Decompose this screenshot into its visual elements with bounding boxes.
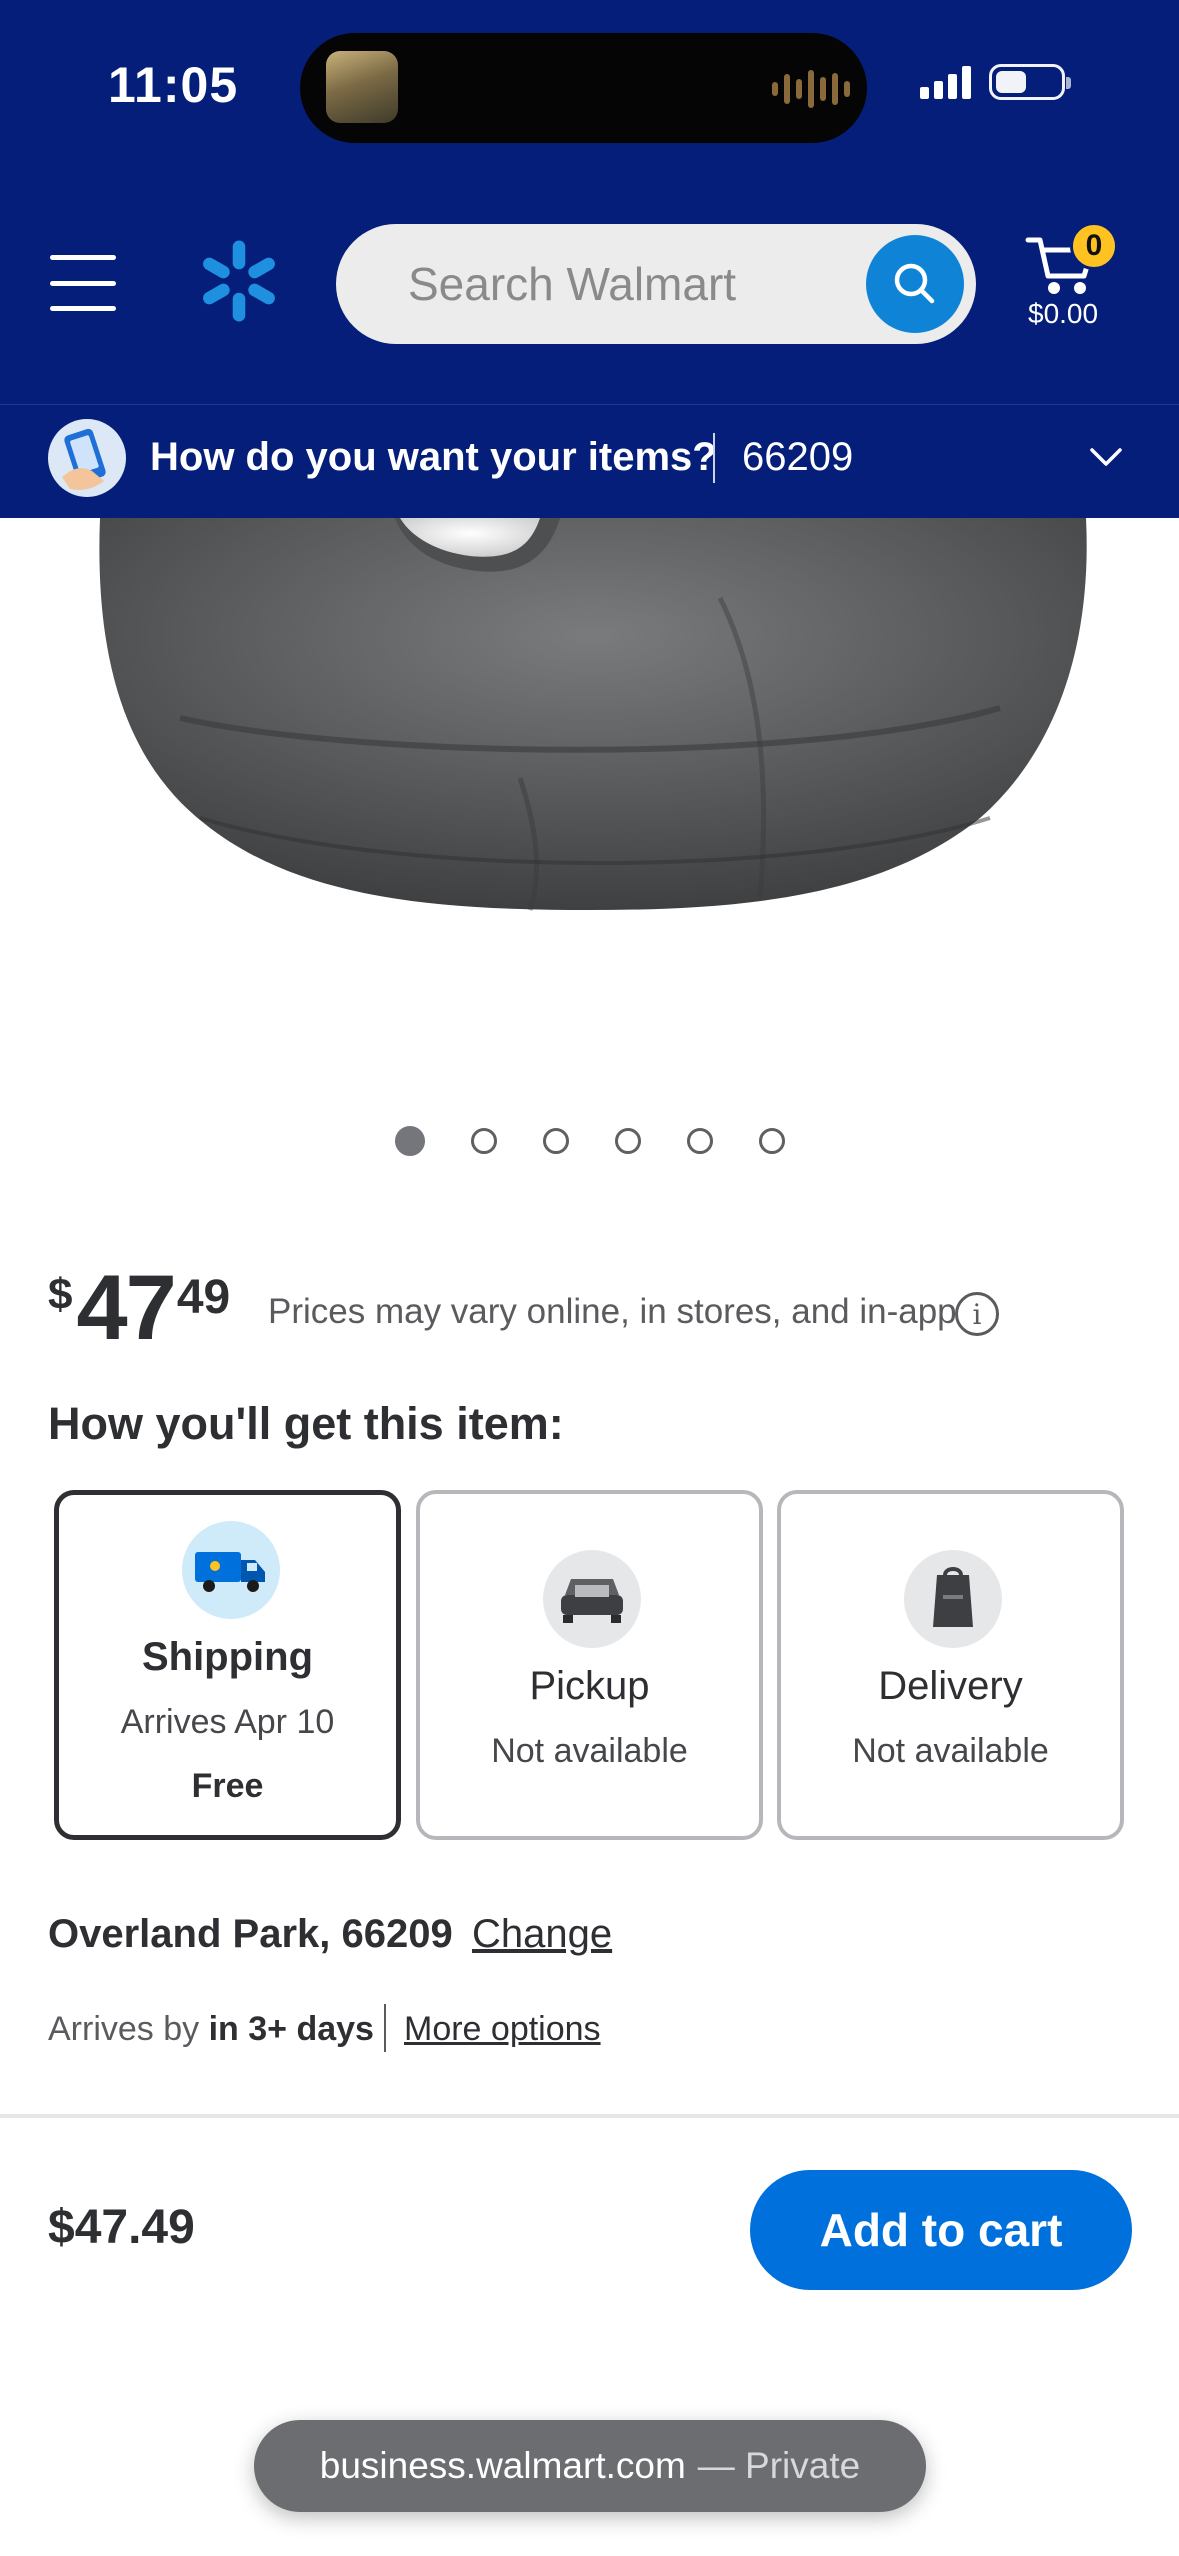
battery-icon: [989, 64, 1071, 100]
fulfillment-option-pickup[interactable]: Pickup Not available: [416, 1490, 763, 1840]
chevron-down-icon: [1090, 448, 1122, 466]
arrival-value: in 3+ days: [208, 2010, 374, 2048]
delivery-question: How do you want your items?: [150, 435, 717, 479]
cart-total: $0.00: [1028, 298, 1099, 329]
product-price: $ 47 49: [48, 1262, 230, 1354]
walmart-spark-logo[interactable]: [194, 236, 284, 326]
option-subtext: Not available: [491, 1732, 688, 1770]
search-button[interactable]: [866, 235, 964, 333]
arrival-estimate: Arrives by in 3+ days: [48, 2010, 374, 2049]
price-disclaimer: Prices may vary online, in stores, and i…: [268, 1292, 957, 1331]
search-input[interactable]: [336, 224, 856, 344]
carousel-dot[interactable]: [615, 1128, 641, 1154]
status-time: 11:05: [108, 57, 239, 113]
divider: [713, 433, 715, 483]
carousel-dot[interactable]: [759, 1128, 785, 1154]
shopping-bag-icon: [904, 1550, 1002, 1648]
truck-icon: [182, 1521, 280, 1619]
add-to-cart-button[interactable]: Add to cart: [750, 2170, 1132, 2290]
cart-button[interactable]: 0 $0.00: [1018, 220, 1148, 340]
carousel-dot[interactable]: [471, 1128, 497, 1154]
carousel-dot[interactable]: [395, 1126, 425, 1156]
divider: [384, 2004, 386, 2052]
fulfillment-option-delivery[interactable]: Delivery Not available: [777, 1490, 1124, 1840]
option-subtext: Arrives Apr 10: [120, 1703, 335, 1741]
arrival-prefix: Arrives by: [48, 2010, 200, 2048]
search-bar: [336, 224, 976, 344]
menu-button[interactable]: [50, 255, 116, 311]
phone-hand-icon: [48, 419, 126, 497]
price-dollars: 47: [76, 1257, 176, 1359]
option-subtext: Not available: [852, 1732, 1049, 1770]
fulfillment-intent-selector[interactable]: How do you want your items? 66209: [0, 404, 1179, 518]
info-icon[interactable]: i: [955, 1292, 999, 1336]
option-label: Delivery: [878, 1664, 1023, 1708]
app-header: 11:05 Search Walmart 0 $0.00 How do you …: [0, 0, 1179, 518]
cellular-signal-icon: [920, 65, 971, 99]
search-icon: [894, 263, 935, 304]
private-mode-label: — Private: [697, 2445, 861, 2486]
option-label: Pickup: [529, 1664, 650, 1708]
price-currency: $: [48, 1270, 73, 1319]
delivery-location: Overland Park, 66209: [48, 1912, 453, 1956]
bottom-price: $47.49: [48, 2201, 195, 2254]
delivery-zip: 66209: [742, 435, 854, 479]
carousel-dot[interactable]: [543, 1128, 569, 1154]
carousel-dot[interactable]: [687, 1128, 713, 1154]
now-playing-artwork: [326, 51, 398, 123]
fulfillment-title: How you'll get this item:: [48, 1398, 564, 1449]
price-cents: 49: [176, 1271, 231, 1324]
url-text: business.walmart.com: [319, 2445, 686, 2486]
dynamic-island[interactable]: [300, 33, 867, 143]
cart-count-badge: 0: [1070, 222, 1118, 270]
browser-url-bar[interactable]: business.walmart.com — Private: [254, 2420, 926, 2512]
status-icons: [920, 64, 1071, 100]
change-location-link[interactable]: Change: [472, 1912, 612, 1957]
option-price: Free: [191, 1767, 264, 1805]
more-options-link[interactable]: More options: [404, 2010, 601, 2049]
fulfillment-option-shipping[interactable]: Shipping Arrives Apr 10 Free: [54, 1490, 401, 1840]
option-label: Shipping: [141, 1635, 314, 1679]
audio-wave-icon: [772, 69, 850, 109]
car-trunk-icon: [543, 1550, 641, 1648]
image-carousel-dots: [395, 1126, 785, 1156]
product-image[interactable]: [0, 518, 1179, 1048]
